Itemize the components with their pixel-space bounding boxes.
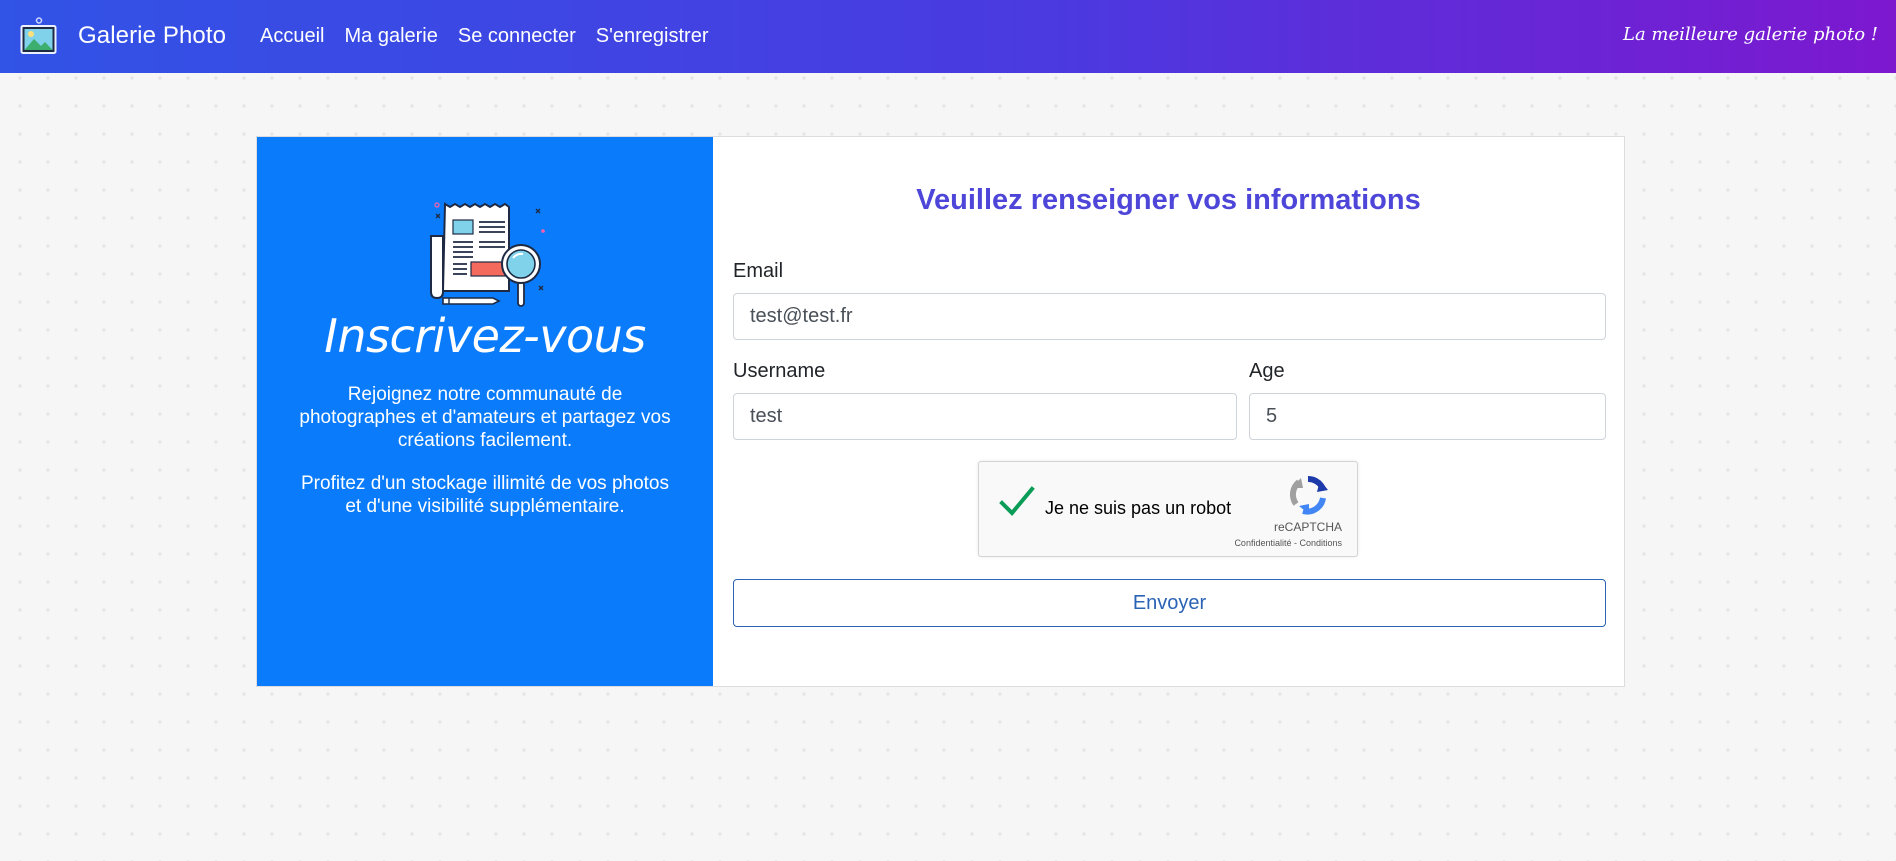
nav-link-s-enregistrer[interactable]: S'enregistrer	[596, 25, 709, 48]
email-field[interactable]	[733, 293, 1606, 340]
newspaper-magnifier-icon	[430, 202, 545, 307]
recaptcha-brand: reCAPTCHA	[1273, 520, 1342, 534]
email-label: Email	[733, 260, 784, 282]
nav-link-ma-galerie[interactable]: Ma galerie	[344, 25, 437, 48]
register-form: Veuillez renseigner vos informations Ema…	[713, 137, 1624, 686]
username-label: Username	[733, 360, 826, 382]
brand-name[interactable]: Galerie Photo	[78, 22, 226, 50]
nav-link-accueil[interactable]: Accueil	[260, 25, 324, 48]
age-field[interactable]	[1249, 393, 1606, 440]
register-benefits: Profitez d'un stockage illimité de vos p…	[301, 473, 669, 517]
register-card: Inscrivez-vous Rejoignez notre communaut…	[256, 136, 1625, 687]
recaptcha-label: Je ne suis pas un robot	[1045, 498, 1232, 518]
nav-links: Accueil Ma galerie Se connecter S'enregi…	[260, 25, 729, 48]
register-description: Rejoignez notre communauté de photograph…	[299, 384, 671, 451]
username-field[interactable]	[733, 393, 1237, 440]
recaptcha-widget: Je ne suis pas un robot reCAPTCHA Confid…	[978, 461, 1358, 557]
age-label: Age	[1249, 360, 1285, 382]
register-info-panel: Inscrivez-vous Rejoignez notre communaut…	[257, 137, 713, 686]
submit-button[interactable]: Envoyer	[733, 579, 1606, 627]
nav-link-se-connecter[interactable]: Se connecter	[458, 25, 576, 48]
navbar-slogan: La meilleure galerie photo !	[1623, 24, 1878, 45]
form-title: Veuillez renseigner vos informations	[916, 184, 1421, 216]
picture-icon[interactable]	[20, 17, 57, 55]
recaptcha-links[interactable]: Confidentialité - Conditions	[1234, 538, 1342, 548]
register-heading: Inscrivez-vous	[324, 309, 646, 363]
recaptcha-logo-icon	[1289, 475, 1328, 515]
checkmark-icon[interactable]	[999, 486, 1035, 518]
navbar: Galerie Photo Accueil Ma galerie Se conn…	[0, 0, 1896, 73]
